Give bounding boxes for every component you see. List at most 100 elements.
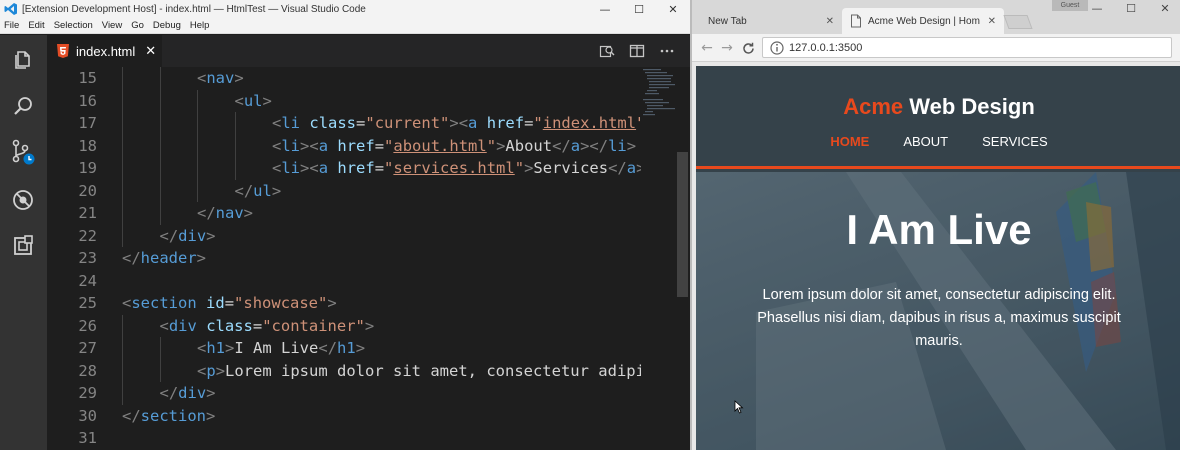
code-line[interactable]: 30 </section> <box>47 405 641 428</box>
line-content: </ul> <box>234 181 282 200</box>
line-content: </div> <box>159 384 216 402</box>
code-line[interactable]: 20 </ul> <box>47 180 641 203</box>
menu-debug[interactable]: Debug <box>153 20 181 31</box>
showcase-heading: I Am Live <box>846 206 1032 253</box>
menu-view[interactable]: View <box>102 20 122 31</box>
line-number: 31 <box>78 429 97 447</box>
address-bar[interactable]: 127.0.0.1:3500 <box>762 37 1172 58</box>
line-number: 25 <box>78 294 97 312</box>
extensions-icon[interactable] <box>10 233 36 259</box>
brand-rest: Web Design <box>903 94 1035 119</box>
open-preview-icon[interactable] <box>592 41 622 61</box>
site-nav: HOME ABOUT SERVICES <box>696 134 1180 149</box>
line-number: 27 <box>78 339 97 357</box>
back-arrow-icon[interactable]: ← <box>698 39 716 57</box>
line-content: </nav> <box>197 204 254 222</box>
code-line[interactable]: 18 <li><a href="about.html">About</a></li… <box>47 135 641 158</box>
code-line[interactable]: 31 <box>47 427 641 450</box>
line-content: <li><a href="about.html">About</a></li> <box>272 136 637 155</box>
info-icon[interactable] <box>769 40 785 56</box>
tab-close-icon[interactable]: ✕ <box>988 16 996 27</box>
code-line[interactable]: 16 <ul> <box>47 90 641 113</box>
vscode-titlebar[interactable]: [Extension Development Host] - index.htm… <box>0 0 690 18</box>
html5-file-icon <box>57 44 69 58</box>
code-line[interactable]: 17 <li class="current"><a href="index.htm… <box>47 112 641 135</box>
close-icon[interactable]: ✕ <box>656 0 690 18</box>
line-content: <li><a href="services.html">Services</a> <box>272 159 641 177</box>
showcase-paragraph: Lorem ipsum dolor sit amet, consectetur … <box>757 287 1121 349</box>
chrome-tab-label: Acme Web Design | Hom <box>868 15 980 27</box>
close-icon[interactable]: ✕ <box>1148 0 1180 16</box>
line-number: 30 <box>78 406 97 425</box>
menu-go[interactable]: Go <box>131 20 144 31</box>
code-line[interactable]: 27 <h1>I Am Live</h1> <box>47 337 641 360</box>
tab-close-icon[interactable]: ✕ <box>826 16 834 27</box>
code-line[interactable]: 21 </nav> <box>47 202 641 225</box>
nav-link-home[interactable]: HOME <box>830 134 869 149</box>
nav-link-services[interactable]: SERVICES <box>982 134 1048 149</box>
minimap-preview <box>643 69 675 116</box>
maximize-icon[interactable]: ☐ <box>622 0 656 18</box>
nav-link-about[interactable]: ABOUT <box>903 134 948 149</box>
code-line[interactable]: 22 </div> <box>47 225 641 248</box>
code-editor[interactable]: 15 <nav> 16 <ul> 17 <li class="current"><a hr… <box>47 67 641 450</box>
line-content: <li class="current"><a href="index.html"… <box>272 114 641 132</box>
maximize-icon[interactable]: ☐ <box>1114 0 1148 16</box>
line-content: <nav> <box>197 69 244 87</box>
chrome-tab-new-tab[interactable]: New Tab ✕ <box>700 8 848 34</box>
document-icon <box>851 14 861 28</box>
chrome-tab-label: New Tab <box>708 15 747 27</box>
code-line[interactable]: 15 <nav> <box>47 67 641 90</box>
line-content: <h1>I Am Live</h1> <box>197 339 366 357</box>
code-line[interactable]: 26 <div class="container"> <box>47 315 641 338</box>
scrollbar-thumb[interactable] <box>677 152 688 297</box>
line-number: 21 <box>78 204 97 222</box>
mouse-cursor-icon <box>734 400 744 414</box>
menu-help[interactable]: Help <box>190 20 210 31</box>
line-content: <ul> <box>234 91 272 110</box>
new-tab-button[interactable] <box>1003 15 1033 29</box>
more-actions-icon[interactable] <box>652 41 682 61</box>
source-control-icon[interactable] <box>10 139 36 165</box>
minimize-icon[interactable]: — <box>588 0 622 18</box>
tab-close-icon[interactable]: ✕ <box>145 44 156 59</box>
code-line[interactable]: 28 <p>Lorem ipsum dolor sit amet, consect… <box>47 360 641 383</box>
search-icon[interactable] <box>10 93 36 119</box>
menu-selection[interactable]: Selection <box>54 20 93 31</box>
forward-arrow-icon[interactable]: → <box>718 39 736 57</box>
page-viewport: Acme Web Design HOME ABOUT SERVICES I Am… <box>696 66 1180 450</box>
showcase-section: I Am Live Lorem ipsum dolor sit amet, co… <box>696 172 1180 450</box>
editor-tabbar: index.html ✕ <box>47 35 690 67</box>
line-number: 29 <box>78 384 97 402</box>
menu-edit[interactable]: Edit <box>28 20 44 31</box>
brand-highlight: Acme <box>843 94 904 119</box>
code-line[interactable]: 29 </div> <box>47 382 641 405</box>
minimize-icon[interactable]: — <box>1080 0 1114 16</box>
site-branding: Acme Web Design <box>696 94 1180 120</box>
vscode-window-title: [Extension Development Host] - index.htm… <box>22 3 366 15</box>
line-content: <section id="showcase"> <box>122 294 337 312</box>
line-content: </section> <box>122 406 216 425</box>
code-line[interactable]: 23 </header> <box>47 247 641 270</box>
code-line[interactable]: 25 <section id="showcase"> <box>47 292 641 315</box>
explorer-icon[interactable] <box>10 47 36 73</box>
debug-icon[interactable] <box>10 187 36 213</box>
line-number: 23 <box>78 249 97 267</box>
reload-icon[interactable] <box>739 39 757 57</box>
vscode-logo-icon <box>4 3 17 15</box>
code-line[interactable]: 19 <li><a href="services.html">Services</… <box>47 157 641 180</box>
line-number: 15 <box>78 69 97 87</box>
line-number: 22 <box>78 226 97 245</box>
minimap[interactable] <box>641 67 675 450</box>
line-number: 18 <box>78 136 97 155</box>
split-editor-icon[interactable] <box>622 41 652 61</box>
chrome-window: New Tab ✕ Acme Web Design | Hom ✕ Guest … <box>690 0 1180 450</box>
line-number: 28 <box>78 361 97 380</box>
editor-tab-index-html[interactable]: index.html ✕ <box>47 35 162 67</box>
menu-file[interactable]: File <box>4 20 19 31</box>
vscode-window: [Extension Development Host] - index.htm… <box>0 0 690 450</box>
code-line[interactable]: 24 <box>47 270 641 293</box>
chrome-tabstrip: New Tab ✕ Acme Web Design | Hom ✕ Guest … <box>692 0 1180 34</box>
chrome-tab-acme[interactable]: Acme Web Design | Hom ✕ <box>842 8 1004 34</box>
editor-scrollbar[interactable] <box>675 67 690 450</box>
